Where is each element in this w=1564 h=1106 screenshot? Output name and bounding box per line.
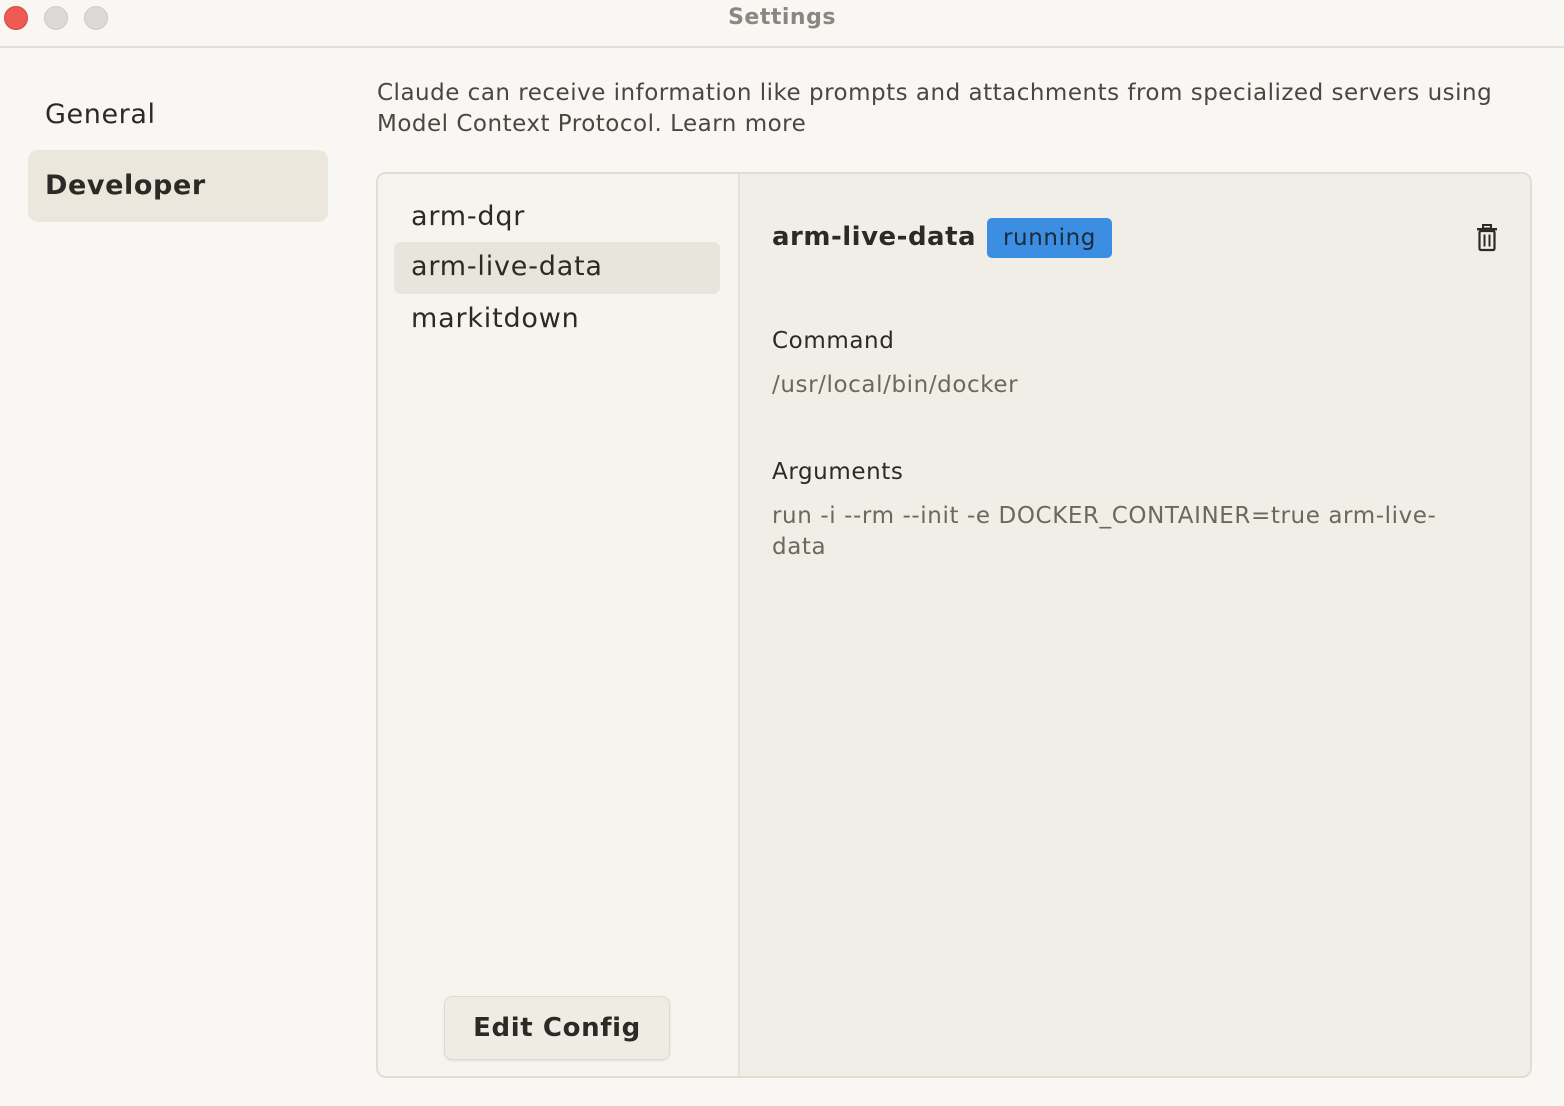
developer-description: Claude can receive information like prom… bbox=[377, 78, 1507, 140]
nav-item-developer[interactable]: Developer bbox=[28, 150, 328, 222]
server-detail: arm-live-data running Command /usr/local… bbox=[740, 174, 1530, 1076]
status-badge: running bbox=[987, 218, 1112, 258]
title-bar: Settings bbox=[0, 0, 1564, 48]
learn-more-link[interactable]: Learn more bbox=[670, 111, 806, 137]
arguments-label: Arguments bbox=[772, 459, 904, 485]
command-label: Command bbox=[772, 328, 895, 354]
window-title: Settings bbox=[728, 5, 836, 30]
trash-icon[interactable] bbox=[1474, 224, 1500, 252]
server-detail-name: arm-live-data bbox=[772, 222, 977, 252]
edit-config-button[interactable]: Edit Config bbox=[444, 996, 670, 1060]
command-value: /usr/local/bin/docker bbox=[772, 372, 1019, 398]
server-item-markitdown[interactable]: markitdown bbox=[394, 294, 720, 346]
settings-window: Settings General Developer Claude can re… bbox=[0, 0, 1564, 1106]
description-text: Claude can receive information like prom… bbox=[377, 80, 1493, 137]
nav-item-general[interactable]: General bbox=[28, 79, 328, 151]
server-item-arm-dqr[interactable]: arm-dqr bbox=[394, 192, 720, 244]
mcp-servers-panel: arm-dqr arm-live-data markitdown Edit Co… bbox=[376, 172, 1532, 1078]
arguments-value: run -i --rm --init -e DOCKER_CONTAINER=t… bbox=[772, 503, 1437, 560]
server-list: arm-dqr arm-live-data markitdown Edit Co… bbox=[378, 174, 740, 1076]
server-item-arm-live-data[interactable]: arm-live-data bbox=[394, 242, 720, 294]
